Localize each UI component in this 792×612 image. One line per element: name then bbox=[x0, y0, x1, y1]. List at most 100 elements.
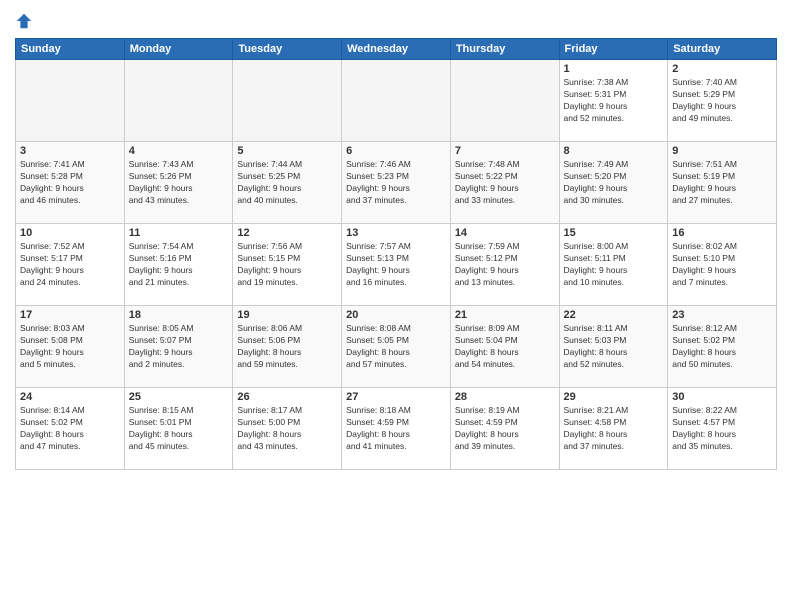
calendar-cell: 26 Sunrise: 8:17 AMSunset: 5:00 PMDayligh… bbox=[233, 388, 342, 470]
day-number: 3 bbox=[20, 145, 120, 157]
weekday-header-saturday: Saturday bbox=[668, 39, 777, 60]
day-number: 21 bbox=[455, 309, 555, 321]
calendar-cell: 29Sunrise: 8:21 AMSunset: 4:58 PMDayligh… bbox=[559, 388, 668, 470]
day-info: Sunrise: 8:12 AMSunset: 5:02 PMDaylight:… bbox=[672, 323, 772, 371]
day-number: 24 bbox=[20, 391, 120, 403]
day-number: 15 bbox=[564, 227, 664, 239]
day-info: Sunrise: 8:05 AMSunset: 5:07 PMDaylight:… bbox=[129, 323, 229, 371]
logo-icon bbox=[15, 12, 33, 30]
page-container: SundayMondayTuesdayWednesdayThursdayFrid… bbox=[0, 0, 792, 475]
day-info: Sunrise: 7:49 AMSunset: 5:20 PMDaylight:… bbox=[564, 159, 664, 207]
day-info: Sunrise: 8:21 AMSunset: 4:58 PMDaylight:… bbox=[564, 405, 664, 453]
day-info: Sunrise: 8:15 AMSunset: 5:01 PMDaylight:… bbox=[129, 405, 229, 453]
calendar-cell: 4 Sunrise: 7:43 AMSunset: 5:26 PMDaylight… bbox=[124, 142, 233, 224]
day-info: Sunrise: 7:46 AMSunset: 5:23 PMDaylight:… bbox=[346, 159, 446, 207]
calendar-cell: 18 Sunrise: 8:05 AMSunset: 5:07 PMDayligh… bbox=[124, 306, 233, 388]
weekday-header-thursday: Thursday bbox=[450, 39, 559, 60]
day-number: 10 bbox=[20, 227, 120, 239]
calendar-cell: 5Sunrise: 7:44 AMSunset: 5:25 PMDaylight… bbox=[233, 142, 342, 224]
weekday-header-friday: Friday bbox=[559, 39, 668, 60]
weekday-header-tuesday: Tuesday bbox=[233, 39, 342, 60]
day-info: Sunrise: 7:41 AMSunset: 5:28 PMDaylight:… bbox=[20, 159, 120, 207]
day-number: 18 bbox=[129, 309, 229, 321]
day-number: 7 bbox=[455, 145, 555, 157]
day-info: Sunrise: 8:18 AMSunset: 4:59 PMDaylight:… bbox=[346, 405, 446, 453]
calendar-cell: 17 Sunrise: 8:03 AMSunset: 5:08 PMDayligh… bbox=[16, 306, 125, 388]
calendar-cell: 30 Sunrise: 8:22 AMSunset: 4:57 PMDayligh… bbox=[668, 388, 777, 470]
header bbox=[15, 10, 777, 30]
calendar-cell bbox=[124, 60, 233, 142]
calendar-cell: 20Sunrise: 8:08 AMSunset: 5:05 PMDayligh… bbox=[342, 306, 451, 388]
day-number: 17 bbox=[20, 309, 120, 321]
day-number: 4 bbox=[129, 145, 229, 157]
calendar-cell: 10 Sunrise: 7:52 AMSunset: 5:17 PMDayligh… bbox=[16, 224, 125, 306]
day-number: 1 bbox=[564, 63, 664, 75]
calendar-cell: 9 Sunrise: 7:51 AMSunset: 5:19 PMDaylight… bbox=[668, 142, 777, 224]
calendar-cell: 23 Sunrise: 8:12 AMSunset: 5:02 PMDayligh… bbox=[668, 306, 777, 388]
day-number: 26 bbox=[237, 391, 337, 403]
calendar-cell bbox=[16, 60, 125, 142]
day-number: 5 bbox=[237, 145, 337, 157]
calendar-cell: 1 Sunrise: 7:38 AMSunset: 5:31 PMDaylight… bbox=[559, 60, 668, 142]
day-info: Sunrise: 8:09 AMSunset: 5:04 PMDaylight:… bbox=[455, 323, 555, 371]
day-info: Sunrise: 8:08 AMSunset: 5:05 PMDaylight:… bbox=[346, 323, 446, 371]
day-number: 6 bbox=[346, 145, 446, 157]
day-number: 12 bbox=[237, 227, 337, 239]
day-info: Sunrise: 8:17 AMSunset: 5:00 PMDaylight:… bbox=[237, 405, 337, 453]
calendar-cell bbox=[450, 60, 559, 142]
calendar-cell: 25Sunrise: 8:15 AMSunset: 5:01 PMDayligh… bbox=[124, 388, 233, 470]
calendar-cell: 21 Sunrise: 8:09 AMSunset: 5:04 PMDayligh… bbox=[450, 306, 559, 388]
day-info: Sunrise: 7:59 AMSunset: 5:12 PMDaylight:… bbox=[455, 241, 555, 289]
day-number: 14 bbox=[455, 227, 555, 239]
day-info: Sunrise: 7:48 AMSunset: 5:22 PMDaylight:… bbox=[455, 159, 555, 207]
day-info: Sunrise: 8:22 AMSunset: 4:57 PMDaylight:… bbox=[672, 405, 772, 453]
calendar-cell: 6 Sunrise: 7:46 AMSunset: 5:23 PMDaylight… bbox=[342, 142, 451, 224]
calendar-cell: 27 Sunrise: 8:18 AMSunset: 4:59 PMDayligh… bbox=[342, 388, 451, 470]
weekday-header-row: SundayMondayTuesdayWednesdayThursdayFrid… bbox=[16, 39, 777, 60]
day-info: Sunrise: 7:38 AMSunset: 5:31 PMDaylight:… bbox=[564, 77, 664, 125]
day-info: Sunrise: 8:14 AMSunset: 5:02 PMDaylight:… bbox=[20, 405, 120, 453]
calendar-cell: 2 Sunrise: 7:40 AMSunset: 5:29 PMDaylight… bbox=[668, 60, 777, 142]
calendar-cell: 3 Sunrise: 7:41 AMSunset: 5:28 PMDaylight… bbox=[16, 142, 125, 224]
calendar-cell bbox=[342, 60, 451, 142]
day-number: 30 bbox=[672, 391, 772, 403]
week-row-0: 1 Sunrise: 7:38 AMSunset: 5:31 PMDaylight… bbox=[16, 60, 777, 142]
day-info: Sunrise: 7:56 AMSunset: 5:15 PMDaylight:… bbox=[237, 241, 337, 289]
logo bbox=[15, 10, 36, 30]
calendar-cell: 7 Sunrise: 7:48 AMSunset: 5:22 PMDaylight… bbox=[450, 142, 559, 224]
calendar-cell: 22 Sunrise: 8:11 AMSunset: 5:03 PMDayligh… bbox=[559, 306, 668, 388]
day-number: 9 bbox=[672, 145, 772, 157]
day-number: 13 bbox=[346, 227, 446, 239]
weekday-header-wednesday: Wednesday bbox=[342, 39, 451, 60]
day-number: 27 bbox=[346, 391, 446, 403]
week-row-2: 10 Sunrise: 7:52 AMSunset: 5:17 PMDayligh… bbox=[16, 224, 777, 306]
day-number: 22 bbox=[564, 309, 664, 321]
day-info: Sunrise: 7:52 AMSunset: 5:17 PMDaylight:… bbox=[20, 241, 120, 289]
weekday-header-sunday: Sunday bbox=[16, 39, 125, 60]
day-info: Sunrise: 8:19 AMSunset: 4:59 PMDaylight:… bbox=[455, 405, 555, 453]
calendar-cell: 11 Sunrise: 7:54 AMSunset: 5:16 PMDayligh… bbox=[124, 224, 233, 306]
day-number: 16 bbox=[672, 227, 772, 239]
day-number: 8 bbox=[564, 145, 664, 157]
day-info: Sunrise: 8:06 AMSunset: 5:06 PMDaylight:… bbox=[237, 323, 337, 371]
logo-text bbox=[15, 10, 36, 30]
day-number: 11 bbox=[129, 227, 229, 239]
calendar-cell: 24 Sunrise: 8:14 AMSunset: 5:02 PMDayligh… bbox=[16, 388, 125, 470]
calendar-cell: 14 Sunrise: 7:59 AMSunset: 5:12 PMDayligh… bbox=[450, 224, 559, 306]
day-info: Sunrise: 7:40 AMSunset: 5:29 PMDaylight:… bbox=[672, 77, 772, 125]
day-info: Sunrise: 8:03 AMSunset: 5:08 PMDaylight:… bbox=[20, 323, 120, 371]
week-row-1: 3 Sunrise: 7:41 AMSunset: 5:28 PMDaylight… bbox=[16, 142, 777, 224]
day-info: Sunrise: 8:11 AMSunset: 5:03 PMDaylight:… bbox=[564, 323, 664, 371]
day-info: Sunrise: 7:43 AMSunset: 5:26 PMDaylight:… bbox=[129, 159, 229, 207]
day-info: Sunrise: 7:54 AMSunset: 5:16 PMDaylight:… bbox=[129, 241, 229, 289]
day-number: 2 bbox=[672, 63, 772, 75]
day-number: 23 bbox=[672, 309, 772, 321]
calendar-cell bbox=[233, 60, 342, 142]
calendar-cell: 28 Sunrise: 8:19 AMSunset: 4:59 PMDayligh… bbox=[450, 388, 559, 470]
day-info: Sunrise: 7:51 AMSunset: 5:19 PMDaylight:… bbox=[672, 159, 772, 207]
day-number: 28 bbox=[455, 391, 555, 403]
calendar-cell: 13 Sunrise: 7:57 AMSunset: 5:13 PMDayligh… bbox=[342, 224, 451, 306]
day-info: Sunrise: 7:57 AMSunset: 5:13 PMDaylight:… bbox=[346, 241, 446, 289]
day-number: 19 bbox=[237, 309, 337, 321]
calendar-cell: 12 Sunrise: 7:56 AMSunset: 5:15 PMDayligh… bbox=[233, 224, 342, 306]
